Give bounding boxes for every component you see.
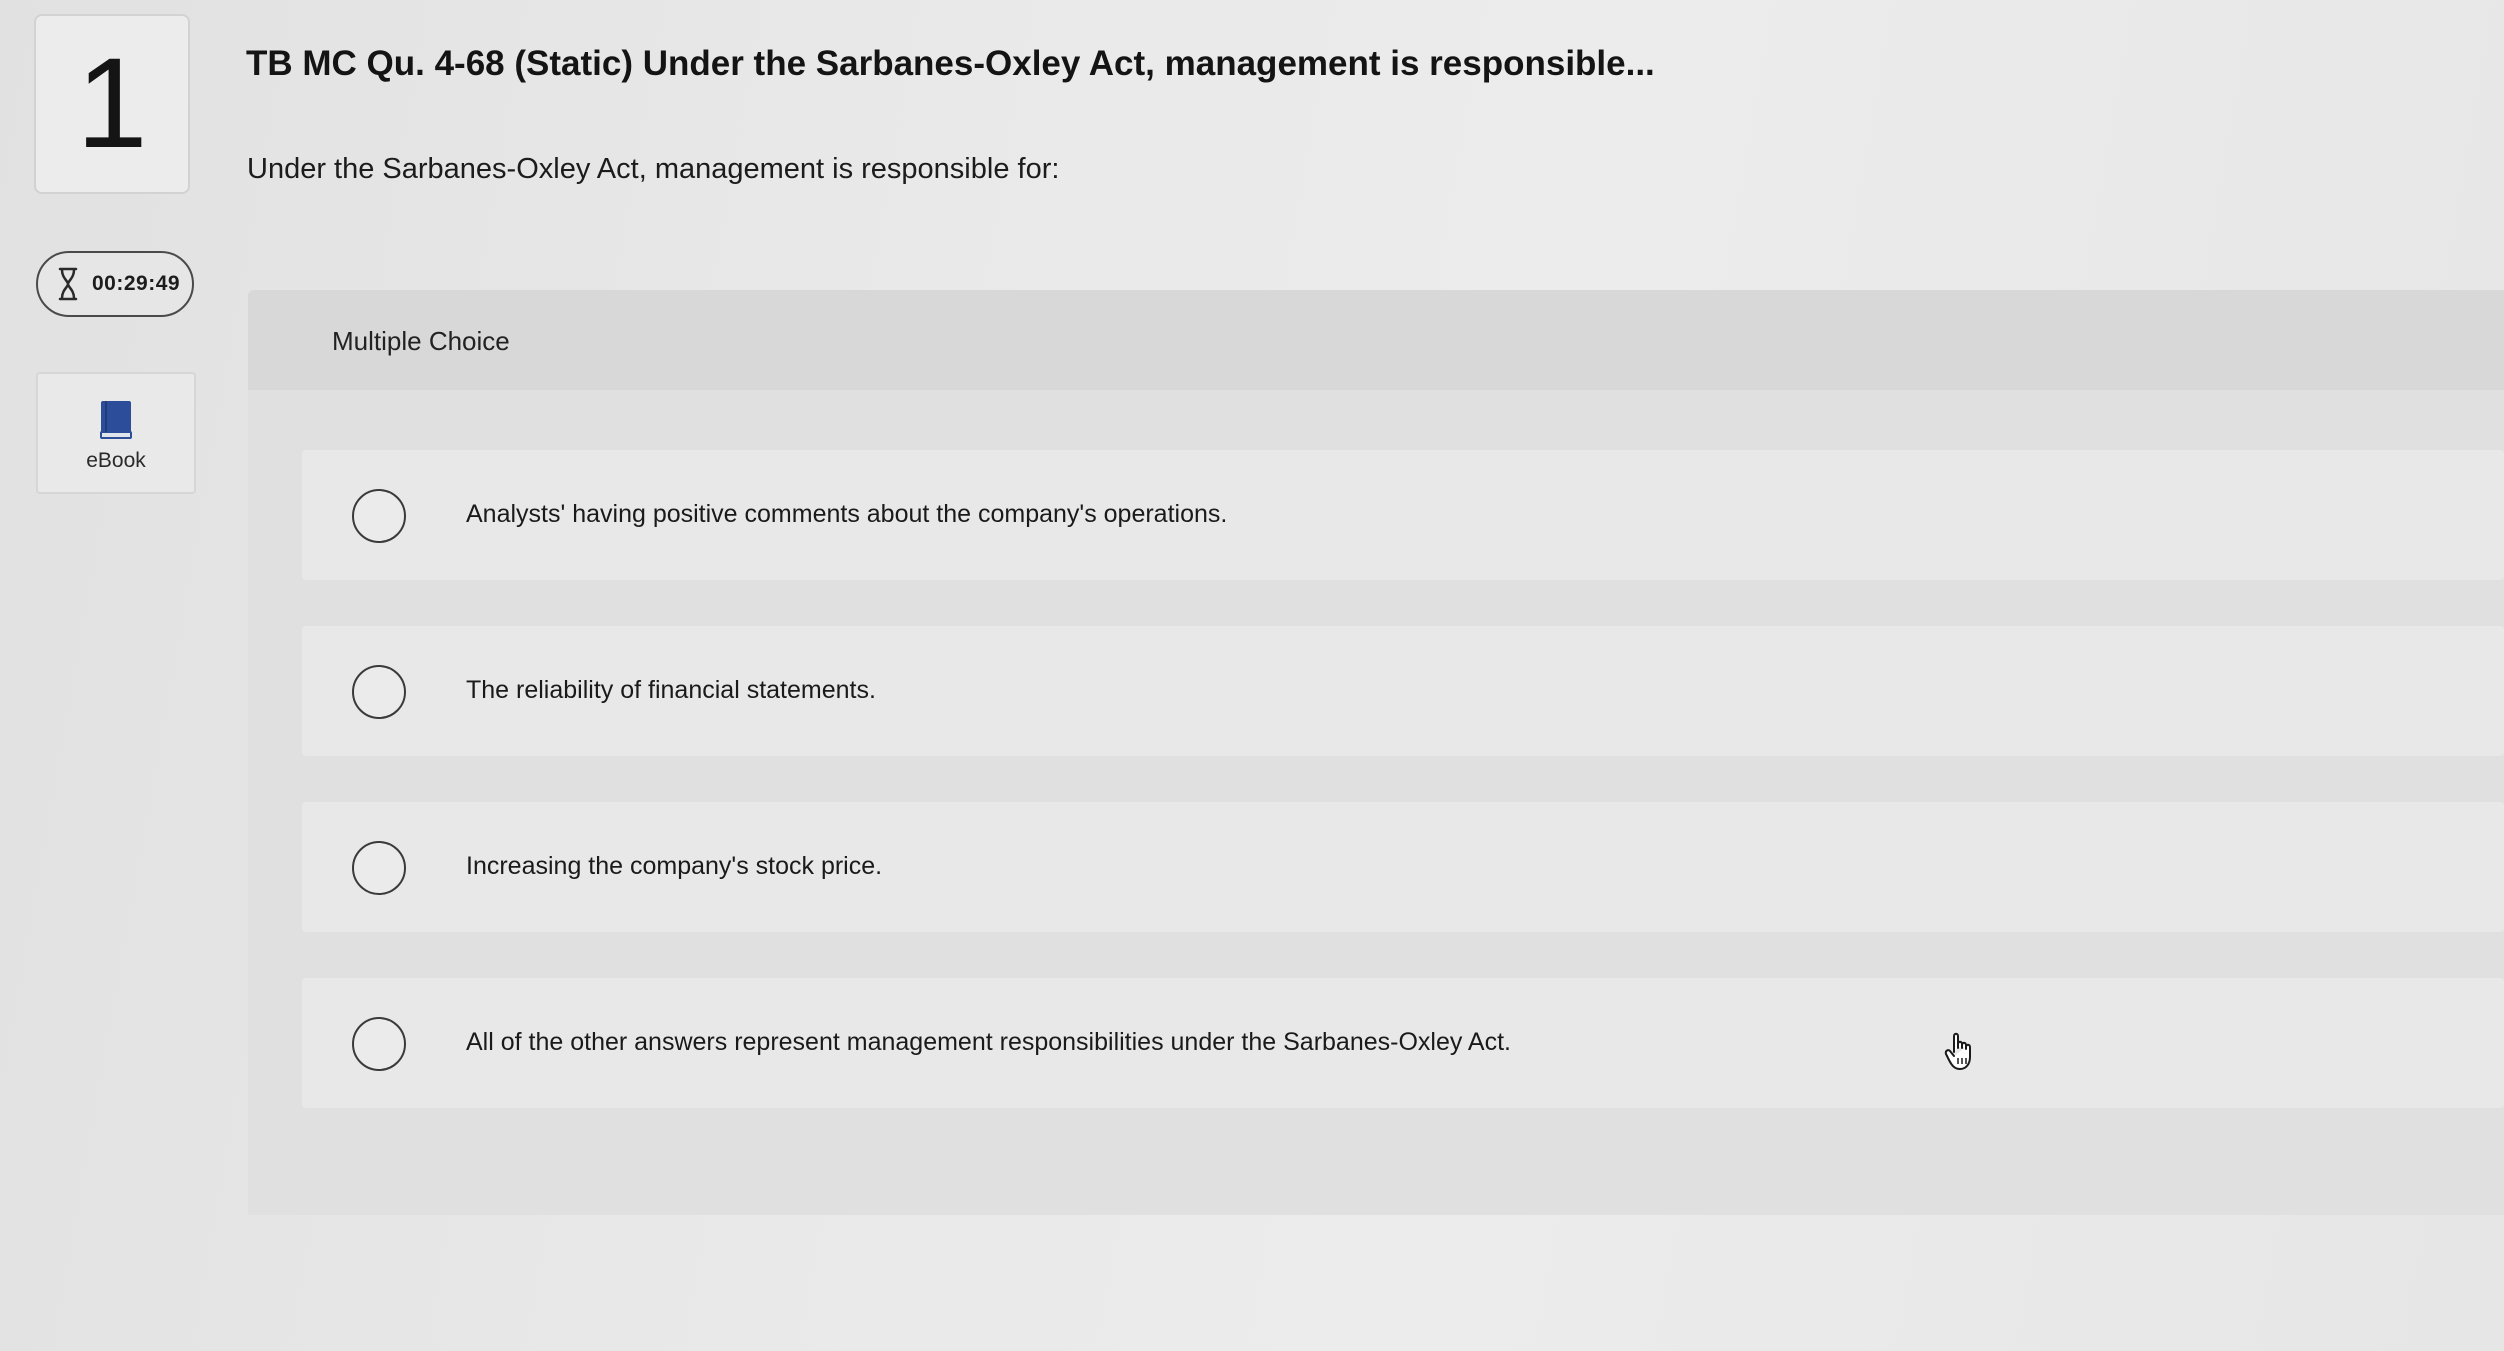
answer-option-label: Increasing the company's stock price. xyxy=(466,852,883,880)
hourglass-icon xyxy=(58,267,78,301)
hand-pointer-icon xyxy=(1944,1032,1971,1070)
panel-title: Multiple Choice xyxy=(332,326,510,356)
ebook-button[interactable]: eBook xyxy=(36,372,196,494)
question-title: TB MC Qu. 4-68 (Static) Under the Sarban… xyxy=(246,44,1655,83)
question-number: 1 xyxy=(76,32,148,175)
answer-option-label: All of the other answers represent manag… xyxy=(466,1028,1511,1056)
answer-option-label: The reliability of financial statements. xyxy=(466,676,876,704)
radio-button[interactable] xyxy=(352,665,406,719)
answer-option-4[interactable]: All of the other answers represent manag… xyxy=(302,978,2504,1108)
book-icon xyxy=(100,401,132,439)
answer-option-1[interactable]: Analysts' having positive comments about… xyxy=(302,450,2504,580)
question-number-box: 1 xyxy=(34,14,190,194)
timer-value: 00:29:49 xyxy=(92,272,181,295)
timer-badge[interactable]: 00:29:49 xyxy=(36,251,194,317)
answer-option-3[interactable]: Increasing the company's stock price. xyxy=(302,802,2504,932)
radio-button[interactable] xyxy=(352,1017,406,1071)
ebook-label: eBook xyxy=(86,449,146,472)
answer-option-label: Analysts' having positive comments about… xyxy=(466,500,1228,528)
radio-button[interactable] xyxy=(352,841,406,895)
multiple-choice-panel: Multiple Choice Analysts' having positiv… xyxy=(248,290,2504,1215)
question-prompt: Under the Sarbanes-Oxley Act, management… xyxy=(247,153,1060,185)
answer-option-2[interactable]: The reliability of financial statements. xyxy=(302,626,2504,756)
radio-button[interactable] xyxy=(352,489,406,543)
panel-header: Multiple Choice xyxy=(248,290,2504,390)
